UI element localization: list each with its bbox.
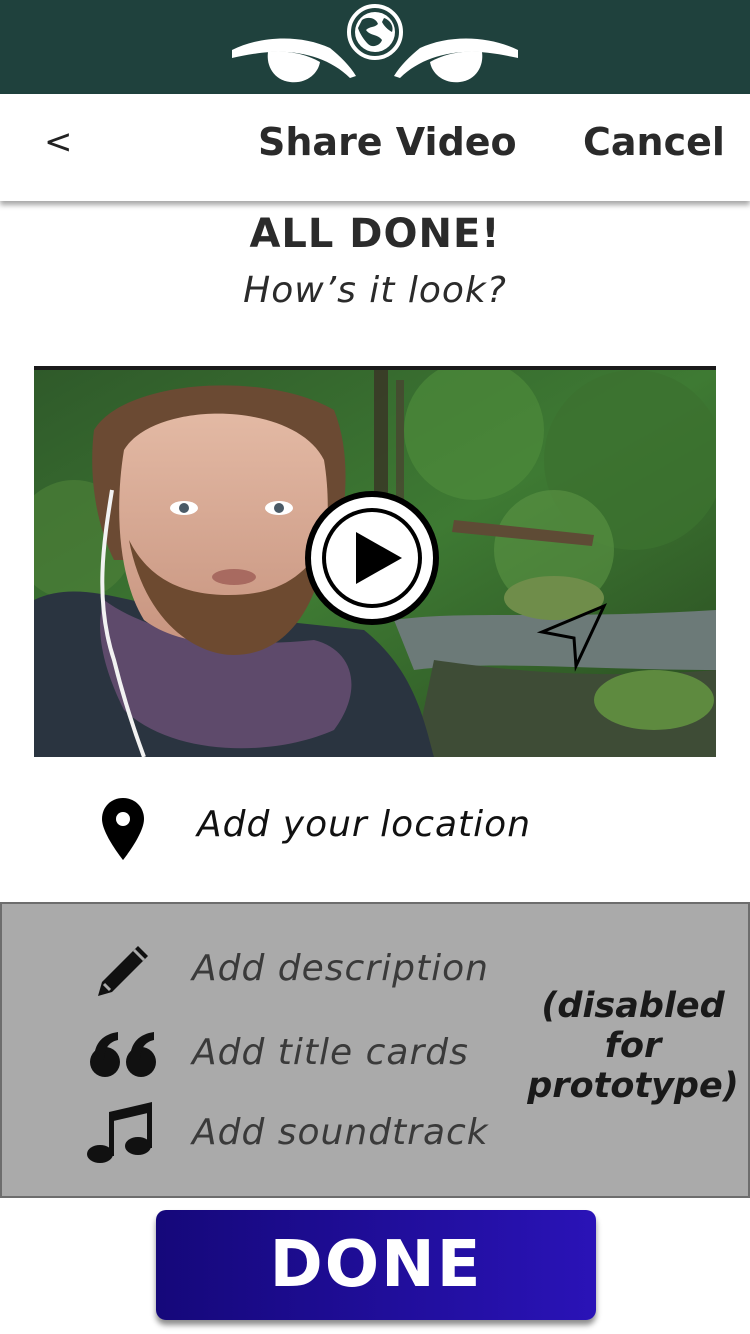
disabled-note-line: for xyxy=(604,1026,662,1066)
all-done-heading: ALL DONE! xyxy=(249,211,501,257)
app-header xyxy=(0,0,750,94)
add-location-row[interactable]: Add your location xyxy=(0,790,750,870)
cancel-button[interactable]: Cancel xyxy=(583,120,725,164)
add-title-cards-label: Add title cards xyxy=(192,1032,469,1073)
video-preview[interactable] xyxy=(34,366,716,757)
disabled-note: (disabled for prototype) xyxy=(517,986,749,1106)
map-pin-icon xyxy=(102,798,144,860)
add-description-option: Add description xyxy=(2,938,522,1008)
pencil-icon xyxy=(98,946,148,996)
video-thumbnail xyxy=(34,370,716,757)
music-note-icon xyxy=(87,1102,152,1163)
back-button[interactable]: < xyxy=(44,122,73,162)
done-button[interactable]: DONE xyxy=(156,1210,596,1320)
navigation-bar: < Share Video Cancel xyxy=(0,94,750,201)
disabled-note-line: prototype) xyxy=(527,1066,739,1106)
globe-eyes-logo-icon xyxy=(232,4,518,83)
play-icon[interactable] xyxy=(305,491,439,625)
add-description-label: Add description xyxy=(192,948,489,989)
add-location-label: Add your location xyxy=(197,804,532,845)
how-it-looks-subheading: How’s it look? xyxy=(243,270,507,311)
add-title-cards-option: Add title cards xyxy=(2,1022,522,1092)
quote-icon xyxy=(90,1032,156,1077)
add-soundtrack-label: Add soundtrack xyxy=(192,1112,489,1153)
disabled-options-panel: Add description Add title cards Add soun… xyxy=(0,902,750,1198)
page-title: Share Video xyxy=(258,120,517,164)
add-soundtrack-option: Add soundtrack xyxy=(2,1100,522,1170)
disabled-note-line: (disabled xyxy=(541,986,725,1026)
